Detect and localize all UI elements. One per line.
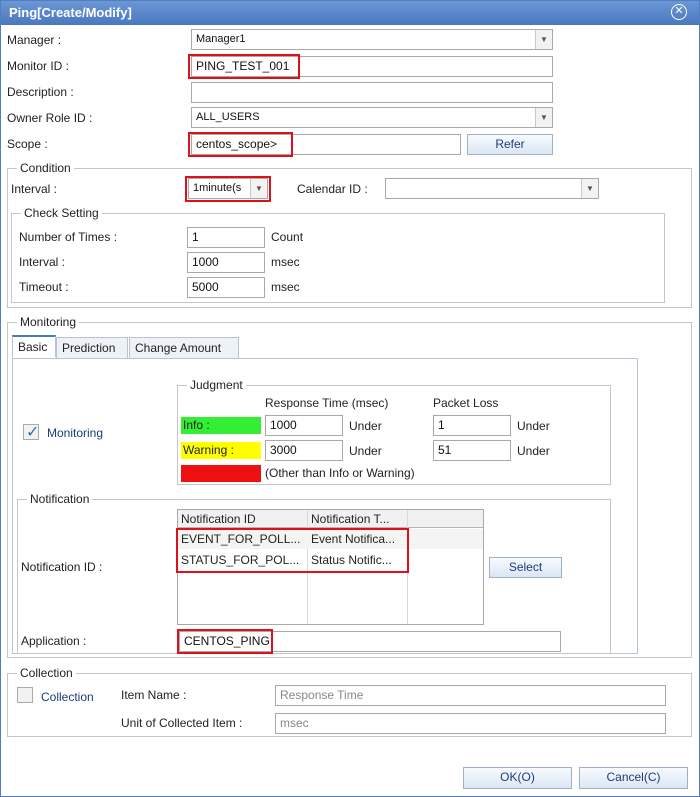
check-setting-legend: Check Setting xyxy=(21,206,102,220)
window-title: Ping[Create/Modify] xyxy=(9,5,132,20)
interval-label: Interval : xyxy=(11,182,58,196)
scope-label: Scope : xyxy=(7,137,48,151)
unit-label: Unit of Collected Item : xyxy=(121,716,243,730)
column-header-empty xyxy=(408,510,483,528)
unit-input[interactable]: msec xyxy=(275,713,666,734)
timeout-unit: msec xyxy=(271,280,300,294)
info-response-unit: Under xyxy=(349,419,382,433)
chevron-down-icon: ▼ xyxy=(535,108,552,127)
monitor-id-input[interactable]: PING_TEST_001 xyxy=(191,56,553,77)
critical-note: (Other than Info or Warning) xyxy=(265,466,415,480)
application-input[interactable]: CENTOS_PING xyxy=(179,631,561,652)
notification-id-cell: STATUS_FOR_POL... xyxy=(181,553,300,567)
response-time-header: Response Time (msec) xyxy=(265,396,389,410)
description-input[interactable] xyxy=(191,82,553,103)
check-interval-input[interactable]: 1000 xyxy=(187,252,265,273)
notification-id-label: Notification ID : xyxy=(21,560,103,574)
item-name-input[interactable]: Response Time xyxy=(275,685,666,706)
interval-unit: msec xyxy=(271,255,300,269)
timeout-label: Timeout : xyxy=(19,280,69,294)
tab-prediction[interactable]: Prediction xyxy=(56,337,128,359)
ping-dialog: Ping[Create/Modify] ✕ Manager : Manager1… xyxy=(0,0,700,797)
collection-legend: Collection xyxy=(17,666,76,680)
check-icon: ✓ xyxy=(26,424,40,441)
critical-severity-label: Critical : xyxy=(181,465,261,482)
chevron-down-icon: ▼ xyxy=(535,30,552,49)
timeout-input[interactable]: 5000 xyxy=(187,277,265,298)
monitor-id-label: Monitor ID : xyxy=(7,59,70,73)
notification-legend: Notification xyxy=(27,492,93,506)
warning-response-unit: Under xyxy=(349,444,382,458)
manager-value: Manager1 xyxy=(196,33,246,45)
owner-role-select[interactable]: ALL_USERS ▼ xyxy=(191,107,553,128)
count-unit: Count xyxy=(271,230,304,244)
notification-table: Notification ID Notification T... EVENT_… xyxy=(177,509,484,625)
check-interval-label: Interval : xyxy=(19,255,66,269)
calendar-label: Calendar ID : xyxy=(297,182,368,196)
condition-legend: Condition xyxy=(17,161,74,175)
info-response-input[interactable]: 1000 xyxy=(265,415,343,436)
item-name-label: Item Name : xyxy=(121,688,187,702)
number-of-times-label: Number of Times : xyxy=(19,230,118,244)
packet-loss-header: Packet Loss xyxy=(433,396,499,410)
refer-button[interactable]: Refer xyxy=(467,134,553,155)
manager-label: Manager : xyxy=(7,33,62,47)
chevron-down-icon: ▼ xyxy=(581,179,598,198)
description-label: Description : xyxy=(7,85,74,99)
scope-input[interactable]: centos_scope> xyxy=(191,134,461,155)
check-setting-group xyxy=(11,213,665,303)
warning-packet-input[interactable]: 51 xyxy=(433,440,511,461)
column-header-notification-id[interactable]: Notification ID xyxy=(178,510,308,528)
tab-change-amount[interactable]: Change Amount xyxy=(129,337,239,359)
interval-select[interactable]: 1minute(s ▼ xyxy=(188,178,268,199)
notification-type-cell: Event Notifica... xyxy=(311,532,396,546)
tab-basic[interactable]: Basic xyxy=(12,335,56,357)
interval-value: 1minute(s xyxy=(193,182,242,194)
info-packet-unit: Under xyxy=(517,419,550,433)
calendar-select[interactable]: ▼ xyxy=(385,178,599,199)
ok-button[interactable]: OK(O) xyxy=(463,767,572,789)
table-row[interactable]: EVENT_FOR_POLL... Event Notifica... xyxy=(178,529,483,549)
monitoring-legend: Monitoring xyxy=(17,315,80,329)
number-of-times-input[interactable]: 1 xyxy=(187,227,265,248)
title-bar: Ping[Create/Modify] ✕ xyxy=(1,1,699,25)
notification-type-cell: Status Notific... xyxy=(311,553,392,567)
collection-checkbox-label: Collection xyxy=(41,690,94,704)
info-packet-input[interactable]: 1 xyxy=(433,415,511,436)
judgment-legend: Judgment xyxy=(187,378,246,392)
collection-checkbox[interactable] xyxy=(17,687,33,703)
cancel-button[interactable]: Cancel(C) xyxy=(579,767,688,789)
close-icon[interactable]: ✕ xyxy=(671,4,687,20)
owner-role-value: ALL_USERS xyxy=(196,111,260,123)
owner-role-label: Owner Role ID : xyxy=(7,111,93,125)
table-row[interactable]: STATUS_FOR_POL... Status Notific... xyxy=(178,550,483,570)
notification-id-cell: EVENT_FOR_POLL... xyxy=(181,532,301,546)
manager-select[interactable]: Manager1 ▼ xyxy=(191,29,553,50)
warning-response-input[interactable]: 3000 xyxy=(265,440,343,461)
warning-packet-unit: Under xyxy=(517,444,550,458)
warning-severity-label: Warning : xyxy=(181,442,261,459)
chevron-down-icon: ▼ xyxy=(250,179,267,198)
monitoring-checkbox[interactable]: ✓ xyxy=(23,424,40,441)
info-severity-label: Info : xyxy=(181,417,261,434)
application-label: Application : xyxy=(21,634,87,648)
select-button[interactable]: Select xyxy=(489,557,562,578)
monitoring-checkbox-label: Monitoring xyxy=(47,426,104,440)
column-header-notification-type[interactable]: Notification T... xyxy=(308,510,408,528)
